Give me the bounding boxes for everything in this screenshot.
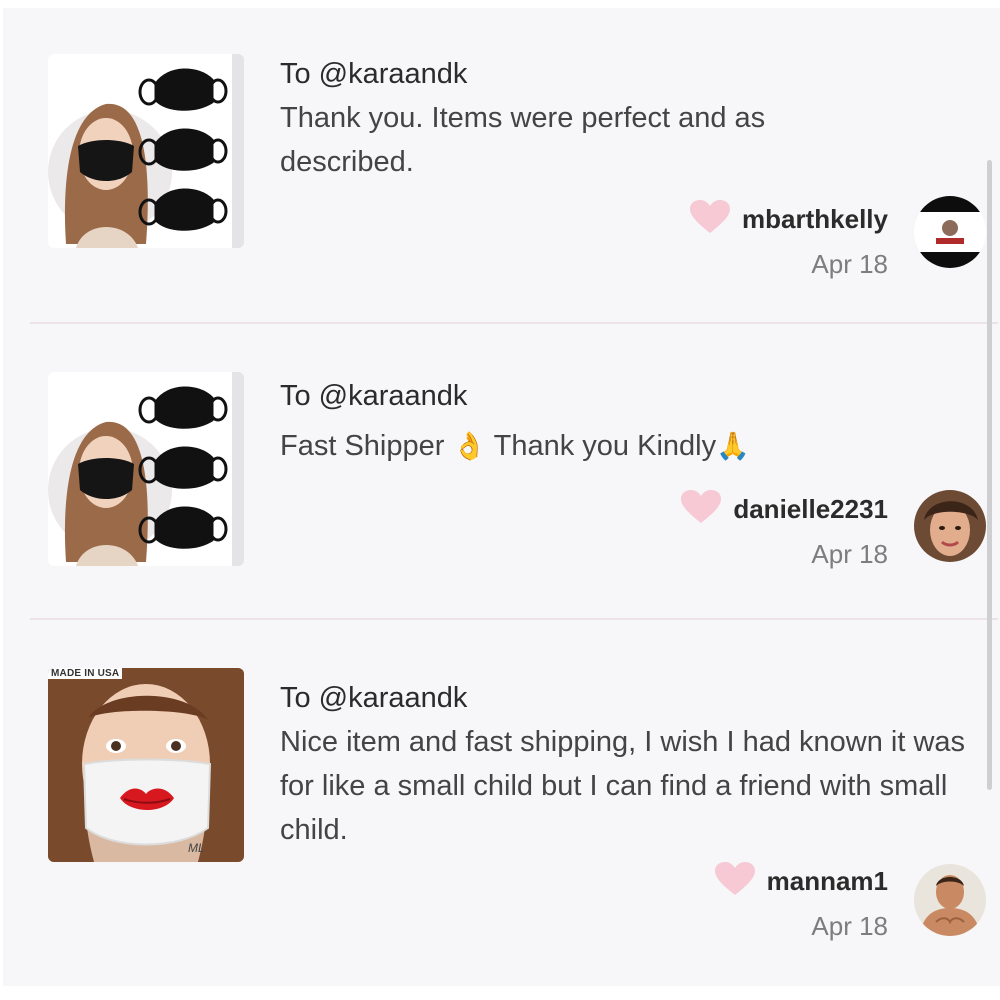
message-text: Thank you Kindly <box>486 430 717 462</box>
product-thumbnail[interactable]: ML MADE IN USA <box>48 668 244 862</box>
ok-hand-icon: 👌 <box>452 431 487 462</box>
review-message: Fast Shipper 👌 Thank you Kindly🙏 <box>280 424 985 469</box>
review-message: Nice item and fast shipping, I wish I ha… <box>280 720 985 852</box>
man-avatar-image <box>914 864 986 936</box>
review-message: Thank you. Items were perfect and as des… <box>280 96 870 184</box>
woman-avatar-image <box>914 490 986 562</box>
reviewer-avatar[interactable] <box>914 864 986 936</box>
review-card: ML MADE IN USA To @karaandk Nice item an… <box>30 620 998 986</box>
logo-avatar-image <box>914 196 986 268</box>
product-thumbnail[interactable] <box>48 372 244 566</box>
scrollbar[interactable] <box>987 160 992 790</box>
reviews-list[interactable]: To @karaandk Thank you. Items were perfe… <box>30 8 998 986</box>
reviewer-username[interactable]: danielle2231 <box>733 494 888 525</box>
review-date: Apr 18 <box>811 539 888 569</box>
message-text: Nice item and fast shipping, I wish I ha… <box>280 726 966 846</box>
review-date: Apr 18 <box>811 911 888 941</box>
recipient-line: To @karaandk <box>280 380 468 412</box>
reviewer-username[interactable]: mbarthkelly <box>742 204 888 235</box>
black-masks-image <box>48 54 244 248</box>
reviewer-avatar[interactable] <box>914 196 986 268</box>
svg-text:ML: ML <box>188 841 205 855</box>
review-card: To @karaandk Fast Shipper 👌 Thank you Ki… <box>30 324 998 618</box>
reviewer-avatar[interactable] <box>914 490 986 562</box>
heart-icon[interactable] <box>690 200 731 239</box>
recipient-line: To @karaandk <box>280 58 468 90</box>
recipient-line: To @karaandk <box>280 682 468 714</box>
product-thumbnail[interactable] <box>48 54 244 248</box>
child-mask-image: ML <box>48 668 244 862</box>
heart-icon[interactable] <box>681 490 722 529</box>
review-date: Apr 18 <box>811 249 888 279</box>
made-in-usa-badge: MADE IN USA <box>48 668 123 679</box>
heart-icon[interactable] <box>714 862 755 901</box>
top-edge <box>0 0 1000 8</box>
bottom-edge <box>0 986 1000 1000</box>
reviewer-info: danielle2231 Apr 18 <box>681 490 888 570</box>
left-edge <box>0 0 3 1000</box>
review-card: To @karaandk Thank you. Items were perfe… <box>30 8 998 322</box>
reviewer-username[interactable]: mannam1 <box>767 866 888 897</box>
message-text: Fast Shipper <box>280 430 453 462</box>
reviewer-info: mannam1 Apr 18 <box>714 862 888 942</box>
reviewer-info: mbarthkelly Apr 18 <box>690 200 888 280</box>
black-masks-image <box>48 372 244 566</box>
praying-hands-icon: 🙏 <box>716 431 750 462</box>
message-text: Thank you. Items were perfect and as des… <box>280 102 766 178</box>
